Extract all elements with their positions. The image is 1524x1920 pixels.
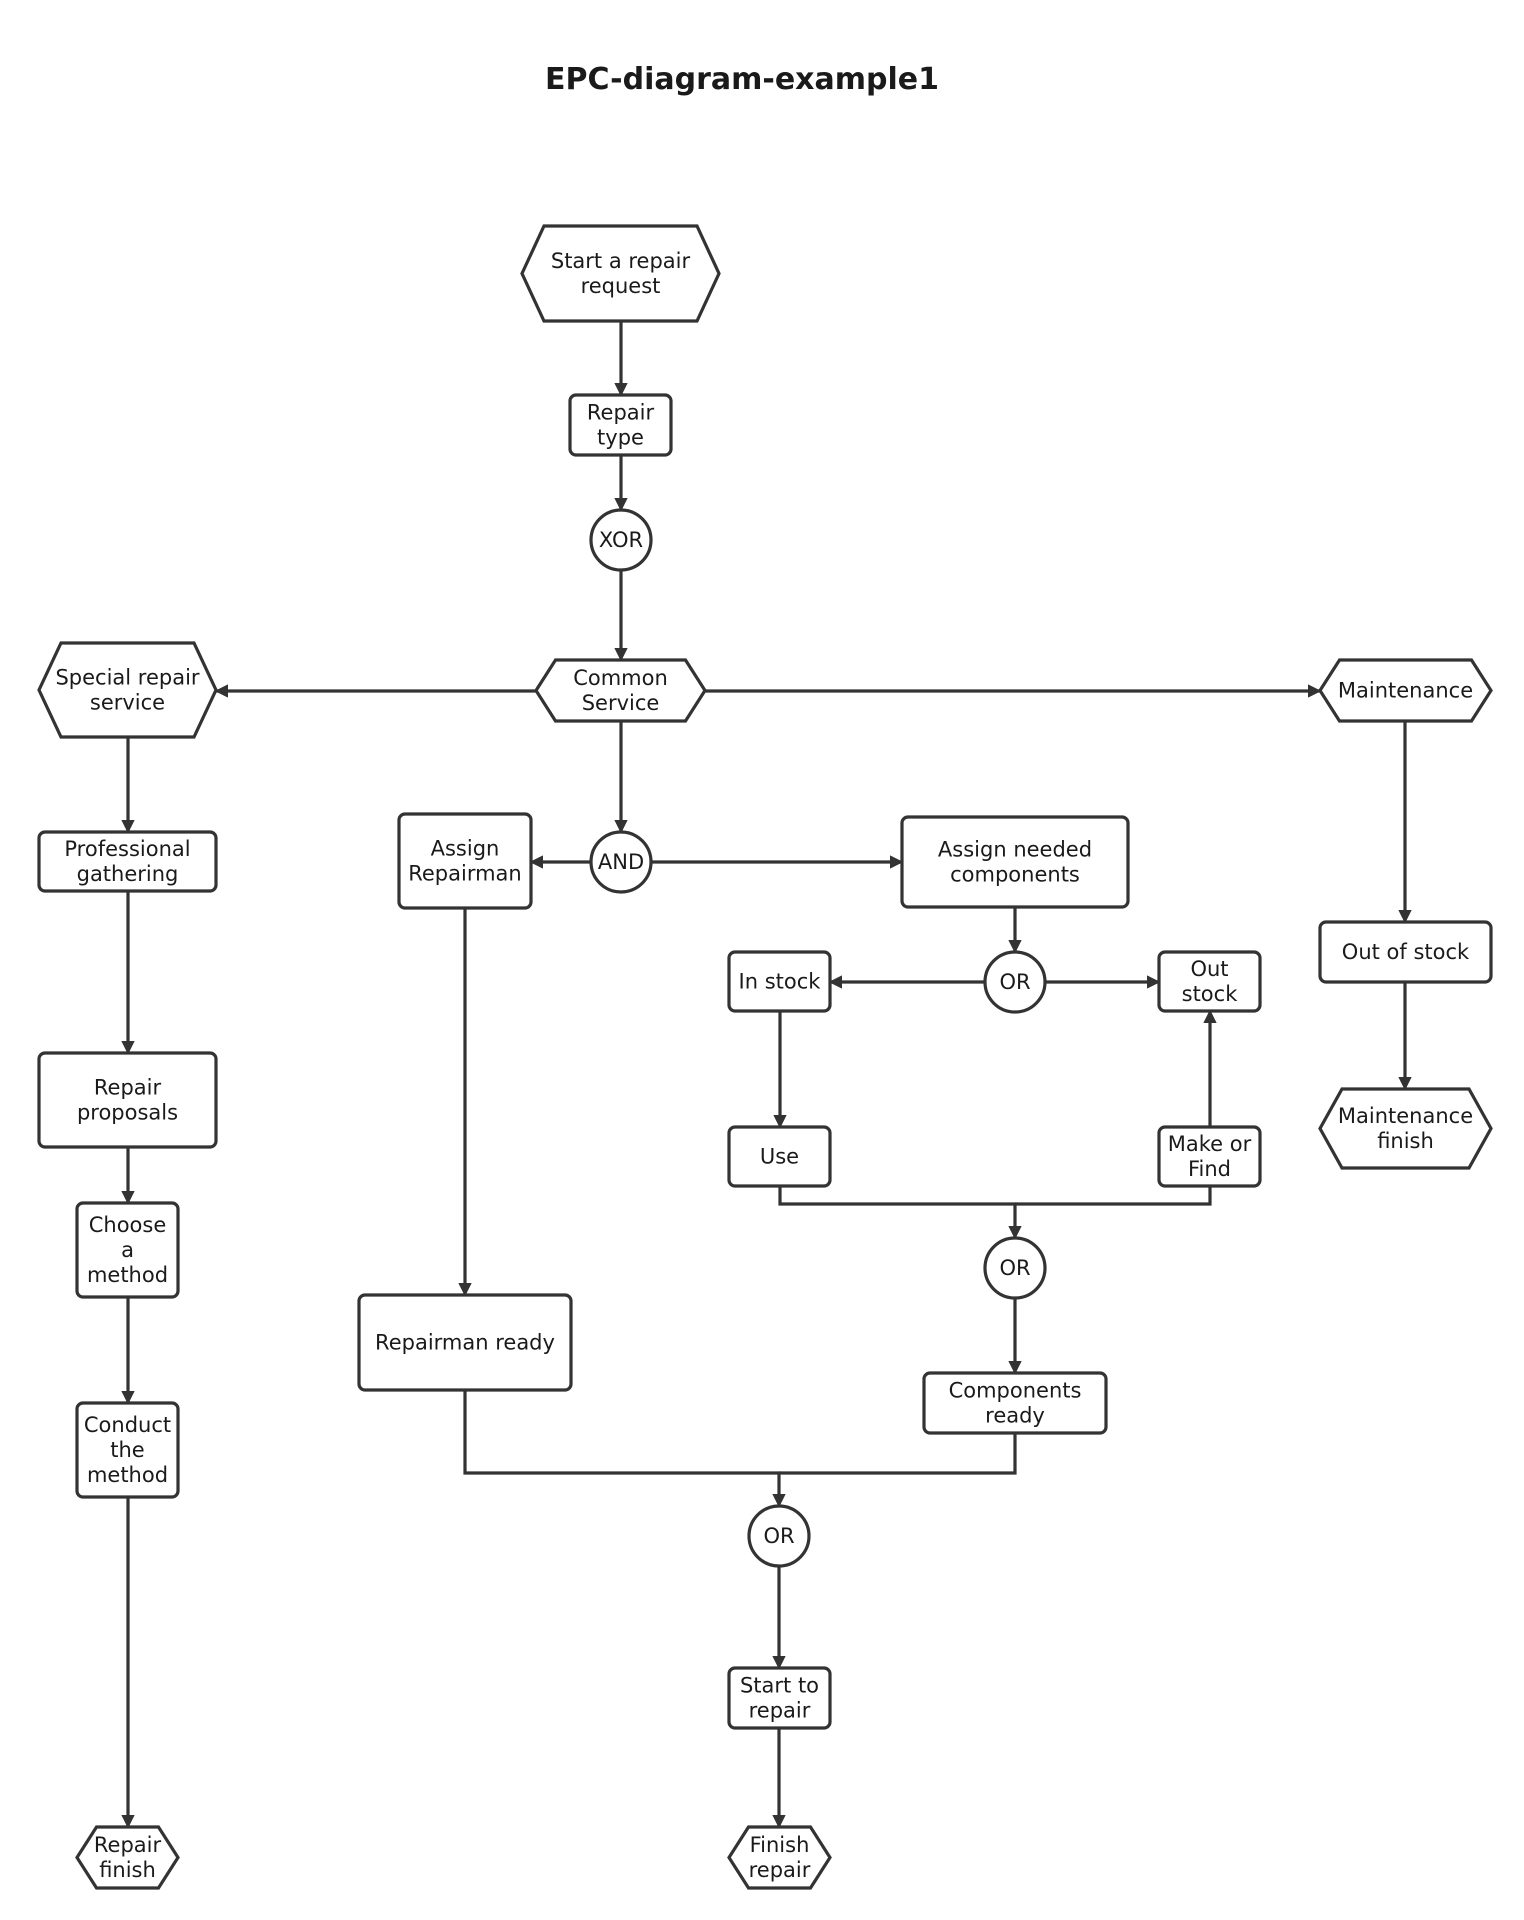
node-label: OR: [763, 1524, 794, 1548]
node-label: type: [597, 426, 644, 450]
node-label: Use: [760, 1145, 799, 1169]
node-out-of-stock[interactable]: Out of stock: [1318, 920, 1493, 984]
node-label: Repairman: [408, 862, 522, 886]
node-label: AND: [598, 850, 644, 874]
node-label: Repair: [94, 1833, 162, 1857]
node-label: method: [87, 1463, 168, 1487]
node-label: Service: [582, 691, 660, 715]
node-start-to-repair[interactable]: Start torepair: [727, 1666, 832, 1730]
node-label: ready: [985, 1404, 1045, 1428]
node-repairman-ready[interactable]: Repairman ready: [357, 1293, 573, 1392]
node-label: Maintenance: [1338, 679, 1473, 703]
node-label: components: [950, 863, 1080, 887]
node-special-repair-service[interactable]: Special repairservice: [37, 641, 218, 739]
edge-components-ready-to-or-final: [779, 1433, 1017, 1475]
node-assign-repairman[interactable]: AssignRepairman: [397, 812, 533, 910]
node-label: Start a repair: [551, 249, 691, 273]
node-repair-finish[interactable]: Repairfinish: [75, 1825, 180, 1890]
node-label: Maintenance: [1338, 1104, 1473, 1128]
node-label: Out of stock: [1342, 940, 1470, 964]
node-label: Find: [1188, 1157, 1231, 1181]
node-repair-proposals[interactable]: Repairproposals: [37, 1051, 218, 1149]
node-label: method: [87, 1263, 168, 1287]
node-in-stock[interactable]: In stock: [727, 950, 832, 1013]
node-xor[interactable]: XOR: [589, 508, 653, 572]
node-label: Components: [949, 1379, 1082, 1403]
node-or-final[interactable]: OR: [747, 1504, 811, 1568]
node-label: finish: [1377, 1129, 1434, 1153]
node-components-ready[interactable]: Componentsready: [922, 1371, 1108, 1435]
node-make-or-find[interactable]: Make orFind: [1157, 1125, 1262, 1188]
node-start-repair-request[interactable]: Start a repairrequest: [520, 224, 721, 323]
node-label: Conduct: [84, 1413, 171, 1437]
edge-make-or-find-to-or-components: [1015, 1186, 1212, 1206]
node-label: Start to: [740, 1674, 819, 1698]
node-label: XOR: [599, 528, 643, 552]
node-label: Assign: [431, 837, 500, 861]
node-or-stock[interactable]: OR: [983, 950, 1047, 1014]
node-use[interactable]: Use: [727, 1125, 832, 1188]
node-label: service: [90, 691, 165, 715]
node-label: OR: [999, 1256, 1030, 1280]
node-label: repair: [749, 1699, 811, 1723]
node-label: Professional: [64, 837, 190, 861]
node-label: a: [121, 1238, 134, 1262]
node-label: Special repair: [55, 666, 199, 690]
node-finish-repair[interactable]: Finishrepair: [727, 1825, 832, 1890]
node-label: Repairman ready: [375, 1331, 555, 1355]
edge-repairman-ready-to-or-final: [463, 1390, 786, 1508]
node-maintenance[interactable]: Maintenance: [1318, 658, 1493, 723]
node-conduct-the-method[interactable]: Conductthemethod: [75, 1401, 180, 1499]
node-label: repair: [749, 1858, 811, 1882]
epc-diagram: Start a repairrequestRepairtypeXORCommon…: [37, 224, 1493, 1890]
node-label: proposals: [77, 1101, 178, 1125]
edge-use-to-or-components: [778, 1186, 1022, 1240]
node-label: Assign needed: [938, 838, 1092, 862]
node-or-components[interactable]: OR: [983, 1236, 1047, 1300]
node-common-service[interactable]: CommonService: [534, 658, 707, 723]
node-label: Common: [573, 666, 668, 690]
node-label: Repair: [587, 401, 655, 425]
node-label: request: [581, 274, 661, 298]
node-label: finish: [99, 1858, 156, 1882]
node-label: the: [110, 1438, 144, 1462]
node-choose-a-method[interactable]: Chooseamethod: [75, 1201, 180, 1299]
node-label: gathering: [77, 862, 179, 886]
node-label: Choose: [89, 1213, 167, 1237]
node-assign-needed-components[interactable]: Assign neededcomponents: [900, 815, 1130, 909]
node-repair-type[interactable]: Repairtype: [568, 393, 673, 457]
node-label: OR: [999, 970, 1030, 994]
node-out-stock[interactable]: Outstock: [1157, 950, 1262, 1013]
node-label: stock: [1182, 982, 1239, 1006]
node-maintenance-finish[interactable]: Maintenancefinish: [1318, 1087, 1493, 1170]
node-professional-gathering[interactable]: Professionalgathering: [37, 830, 218, 893]
node-label: In stock: [739, 970, 822, 994]
node-and[interactable]: AND: [589, 830, 653, 894]
node-label: Make or: [1168, 1132, 1252, 1156]
node-label: Finish: [750, 1833, 810, 1857]
node-label: Out: [1190, 957, 1228, 981]
node-label: Repair: [94, 1076, 162, 1100]
